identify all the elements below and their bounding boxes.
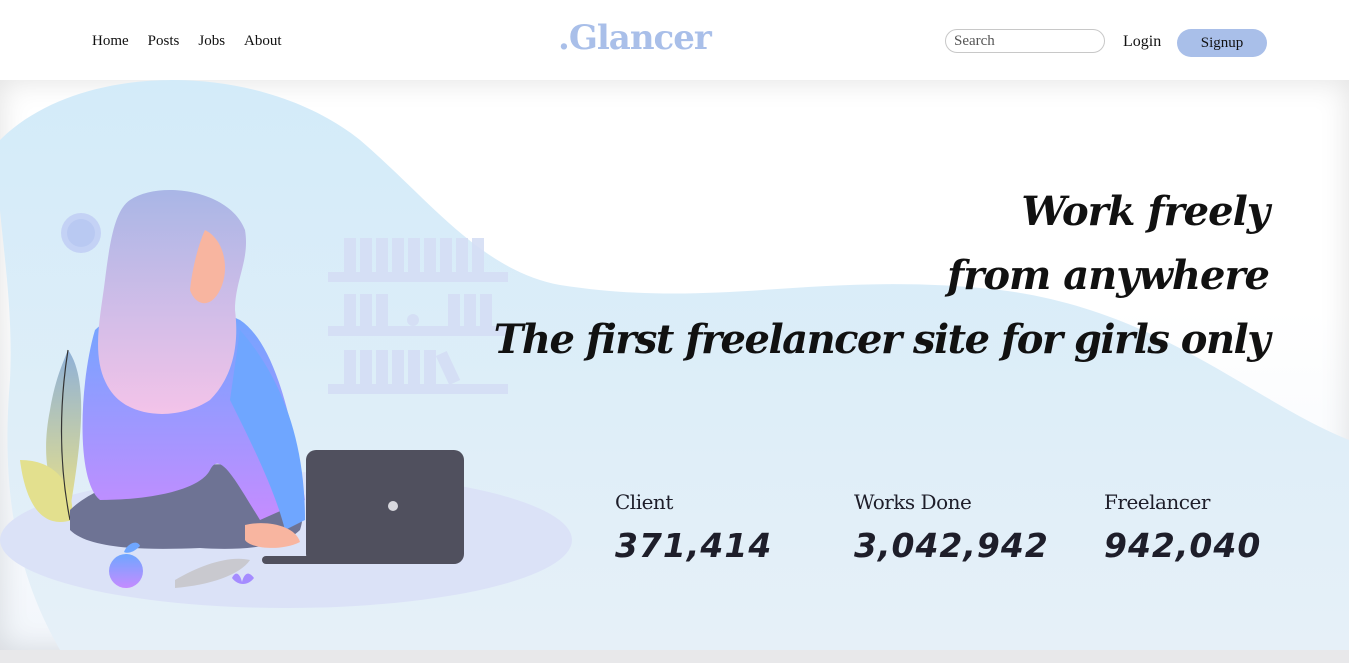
stat-works-done: Works Done 3,042,942 [854, 490, 1049, 565]
page-bottom-edge [0, 650, 1349, 663]
nav-about-link[interactable]: About [244, 33, 282, 50]
hero-headline: Work freely from anywhere The first free… [493, 180, 1271, 372]
login-link[interactable]: Login [1123, 33, 1161, 51]
stat-value: 942,040 [1104, 526, 1262, 565]
stat-label: Freelancer [1104, 490, 1210, 514]
stat-value: 3,042,942 [854, 526, 1049, 565]
headline-line-2: from anywhere [947, 252, 1270, 299]
headline-line-3: The first freelancer site for girls only [493, 316, 1271, 363]
search-input[interactable] [945, 29, 1105, 53]
stat-client: Client 371,414 [615, 490, 772, 565]
nav-home-link[interactable]: Home [92, 33, 129, 50]
hero-section: Work freely from anywhere The first free… [0, 80, 1349, 650]
nav-jobs-link[interactable]: Jobs [198, 33, 225, 50]
nav-posts-link[interactable]: Posts [148, 33, 180, 50]
brand-logo[interactable]: .Glancer [558, 18, 712, 58]
main-nav: Home Posts Jobs About [92, 33, 282, 50]
top-navbar: Home Posts Jobs About .Glancer Login Sig… [0, 0, 1349, 80]
stat-label: Client [615, 490, 673, 514]
headline-line-1: Work freely [1021, 188, 1270, 235]
stat-label: Works Done [854, 490, 972, 514]
stat-value: 371,414 [615, 526, 773, 565]
stat-freelancer: Freelancer 942,040 [1104, 490, 1261, 565]
signup-button[interactable]: Signup [1177, 29, 1267, 57]
